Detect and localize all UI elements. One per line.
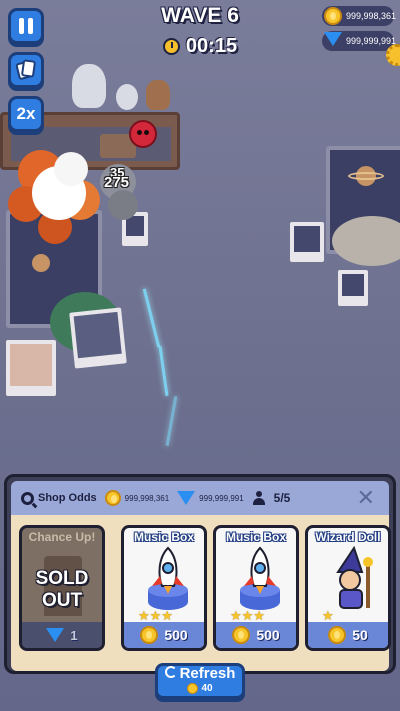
- card-price: 50: [308, 622, 388, 648]
- shop-header: Shop Odds 999,998,361 999,999,991 5/5 ✕: [11, 481, 389, 515]
- card-title: Music Box: [133, 530, 194, 544]
- card-price: 1: [22, 622, 102, 648]
- girl-photo: [6, 340, 56, 396]
- card-title: Chance Up!: [28, 530, 96, 544]
- wizard-doll-icon: [336, 546, 373, 609]
- clock-icon: [162, 38, 180, 55]
- enemy-devil: [129, 120, 157, 148]
- rocket-photo: [338, 270, 368, 306]
- astronaut-toy: [72, 64, 106, 108]
- shop-coin-balance: 999,998,361: [104, 490, 170, 506]
- refresh-label: Refresh: [179, 665, 236, 682]
- gem-icon: [324, 32, 342, 46]
- card-title: Wizard Doll: [315, 530, 381, 544]
- shop-items: Chance Up! SOLD OUT 1 Music Box ★★★ 500 …: [11, 515, 391, 671]
- search-icon: [21, 491, 34, 505]
- slot-count: 5/5: [252, 491, 291, 505]
- shop-card-chance-up: Chance Up! SOLD OUT 1: [19, 525, 105, 651]
- person-icon: [252, 491, 266, 505]
- shop-coin-amount: 999,998,361: [124, 493, 170, 503]
- shop-odds-label: Shop Odds: [38, 492, 97, 504]
- lightning-trail: [158, 346, 169, 396]
- gem-amount: 999,999,991: [346, 36, 397, 46]
- price-text: 50: [352, 627, 368, 643]
- shop-gem-amount: 999,999,991: [199, 493, 244, 503]
- card-price: 500: [124, 622, 204, 648]
- rocket-music-box-icon: [240, 546, 280, 610]
- gem-icon: [177, 491, 196, 505]
- refresh-icon: [164, 666, 177, 678]
- shop-card-music-box[interactable]: Music Box ★★★ 500: [121, 525, 207, 651]
- lightning-trail: [165, 396, 178, 446]
- small-astronaut-toy: [116, 84, 138, 110]
- gem-balance: 999,999,991: [322, 31, 397, 51]
- coin-icon: [104, 490, 121, 506]
- coin-amount: 999,998,361: [346, 11, 397, 21]
- card-price: 500: [216, 622, 296, 648]
- coin-icon: [324, 7, 342, 25]
- shop-gem-balance: 999,999,991: [177, 491, 244, 505]
- shop-odds-button[interactable]: Shop Odds: [21, 491, 97, 505]
- close-icon[interactable]: ✕: [357, 487, 375, 509]
- alien-photo: [69, 307, 127, 369]
- coin-icon: [328, 626, 347, 644]
- timer-text: 00:15: [185, 35, 238, 57]
- cards-icon: [15, 59, 37, 81]
- coin-icon: [187, 683, 199, 694]
- coin-icon: [140, 626, 159, 644]
- shop-card-music-box[interactable]: Music Box ★★★ 500: [213, 525, 299, 651]
- damage-number: 275: [104, 174, 130, 191]
- slot-count-text: 5/5: [273, 491, 291, 505]
- teddy-bear: [146, 80, 170, 110]
- planet-photo: [290, 222, 324, 262]
- price-text: 1: [70, 627, 78, 643]
- card-title: Music Box: [225, 530, 286, 544]
- rocket-music-box-icon: [148, 546, 188, 610]
- gem-icon: [46, 628, 65, 642]
- refresh-cost: 40: [187, 681, 213, 696]
- shop-card-wizard-doll[interactable]: Wizard Doll ★ 50: [305, 525, 391, 651]
- speed-button[interactable]: 2x: [8, 96, 44, 132]
- shop-panel: Shop Odds 999,998,361 999,999,991 5/5 ✕ …: [4, 474, 396, 674]
- refresh-button[interactable]: Refresh 40: [155, 663, 245, 699]
- coin-balance: 999,998,361: [322, 6, 397, 26]
- sold-out-label: SOLD OUT: [35, 568, 89, 611]
- refresh-cost-text: 40: [201, 683, 213, 694]
- space-poster-right: [326, 146, 400, 266]
- price-text: 500: [164, 627, 188, 643]
- coin-icon: [232, 626, 251, 644]
- price-text: 500: [256, 627, 280, 643]
- lightning-trail: [142, 288, 161, 348]
